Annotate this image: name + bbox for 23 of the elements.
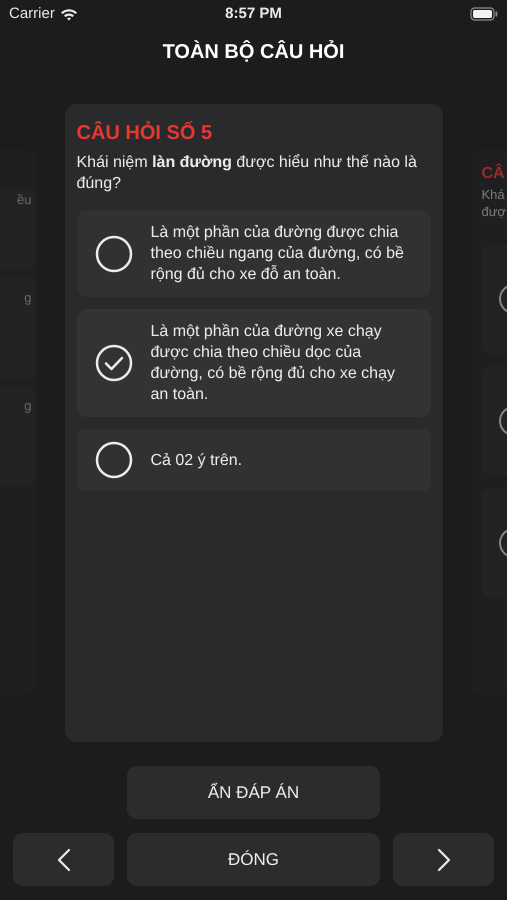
chevron-left-icon [56, 848, 70, 872]
question-number: CÂ [482, 162, 506, 184]
screen-title: TOÀN BỘ CÂU HỎI [162, 39, 344, 65]
radio-circle-icon[interactable] [94, 234, 132, 272]
question-text-fragment: ều [17, 191, 32, 209]
answer-option[interactable]: Là một phần của đường được chia theo chiều ngang của đường, có bề rộng đủ cho xe đỗ an toàn. [76, 210, 430, 297]
chevron-right-icon [436, 848, 450, 872]
answer-option[interactable]: Là một phần của đường xe chạy được chia theo chiều dọc của đường, có bề rộng đủ cho xe chạy an toàn. [76, 309, 430, 417]
question-text-fragment: g [24, 397, 32, 415]
question-text-fragment: đượ [482, 203, 507, 220]
question-text: Khái niệm làn đường được hiểu như thế nào là đúng? [76, 153, 418, 194]
check-circle-icon[interactable] [94, 344, 132, 382]
answer-option[interactable]: Cả 02 ý trên. [76, 429, 430, 491]
question-text-fragment: g [24, 289, 32, 307]
close-button[interactable]: ĐÓNG [127, 833, 380, 886]
battery-icon [470, 7, 498, 21]
question-text-fragment: Khá [482, 186, 506, 203]
question-number: CÂU HỎI SỐ 5 [76, 120, 214, 146]
carrier-label: Carrier [9, 4, 55, 24]
hide-answer-button[interactable]: ẨN ĐÁP ÁN [127, 766, 380, 819]
clock-time: 8:57 PM [225, 4, 282, 24]
wifi-icon [60, 8, 78, 20]
radio-circle-icon[interactable] [94, 441, 132, 479]
